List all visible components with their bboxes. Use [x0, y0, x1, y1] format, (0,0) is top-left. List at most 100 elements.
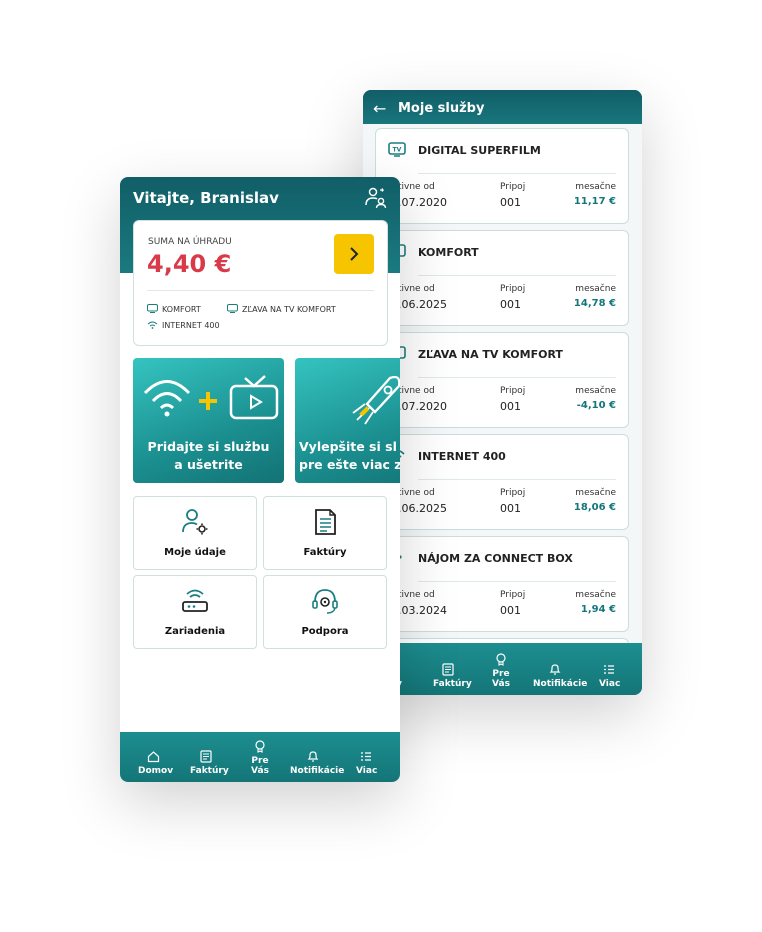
promo-card-add-service[interactable]: Pridajte si službu a ušetrite	[133, 358, 284, 483]
tile-devices[interactable]: Zariadenia	[133, 575, 257, 649]
nav-label: Pre Vás	[492, 669, 510, 689]
wifi-plus-tv-illustration	[143, 375, 279, 420]
nav-for-you[interactable]: Pre Vás	[485, 653, 517, 689]
connection-label: Pripoj	[500, 488, 526, 498]
headset-gear-icon	[312, 589, 338, 614]
pay-button[interactable]	[334, 234, 374, 274]
amount-due-card[interactable]: SUMA NA ÚHRADU 4,40 € KOMFORT ZĽAVA NA T…	[133, 220, 388, 346]
connection-label: Pripoj	[500, 590, 526, 600]
service-chip: ZĽAVA NA TV KOMFORT	[227, 304, 336, 314]
document-icon	[315, 509, 336, 535]
svg-text:TV: TV	[393, 147, 402, 154]
bottom-nav: ov Faktúry Pre Vás Notifikácie Viac	[363, 643, 642, 695]
active-from-value: .03.2024	[398, 604, 447, 617]
tv-icon	[227, 304, 238, 313]
user-settings-icon	[182, 509, 208, 535]
service-card[interactable]: ZĽAVA NA TV KOMFORT tivne od .07.2020 Pr…	[375, 332, 629, 428]
tile-support[interactable]: Podpora	[263, 575, 387, 649]
tile-label: Podpora	[301, 626, 349, 637]
connection-value: 001	[500, 196, 521, 209]
service-name: INTERNET 400	[418, 450, 506, 463]
promo-line: Pridajte si službu	[147, 439, 270, 454]
service-name: NÁJOM ZA CONNECT BOX	[418, 552, 573, 565]
monthly-price: 1,94 €	[580, 604, 616, 615]
nav-invoices[interactable]: Faktúry	[190, 750, 229, 776]
nav-label: Viac	[599, 679, 621, 689]
monthly-price: 11,17 €	[573, 196, 616, 207]
tile-label: Zariadenia	[164, 626, 226, 637]
active-from-label: tivne od	[398, 590, 435, 600]
chip-label: KOMFORT	[162, 305, 201, 314]
divider	[418, 173, 616, 174]
divider	[418, 479, 616, 480]
active-from-label: tivne od	[398, 182, 435, 192]
tile-invoices[interactable]: Faktúry	[263, 496, 387, 570]
nav-notifications[interactable]: Notifikácie	[533, 663, 587, 689]
promo-card-upgrade[interactable]: Vylepšite si sl pre ešte viac z	[295, 358, 400, 483]
rocket-illustration	[352, 375, 400, 425]
chip-label: ZĽAVA NA TV KOMFORT	[242, 305, 336, 314]
service-card[interactable]: KOMFORT tivne od .06.2025 Pripoj 001 mes…	[375, 230, 629, 326]
monthly-label: mesačne	[575, 284, 616, 294]
nav-label: Notifikácie	[533, 679, 588, 689]
bell-icon	[549, 664, 561, 675]
promo-text: Pridajte si službu a ušetrite	[133, 438, 284, 474]
active-from-label: tivne od	[398, 284, 435, 294]
list-icon	[604, 665, 614, 674]
invoice-icon	[442, 663, 454, 676]
nav-more[interactable]: Viac	[599, 663, 621, 689]
service-card[interactable]: NÁJOM ZA CONNECT BOX tivne od .03.2024 P…	[375, 536, 629, 632]
router-icon	[182, 589, 208, 612]
bottom-nav: Domov Faktúry Pre Vás Notifikácie Viac	[120, 732, 400, 782]
nav-notifications[interactable]: Notifikácie	[290, 750, 344, 776]
amount-due-value: 4,40 €	[147, 250, 232, 278]
list-icon	[361, 752, 371, 761]
tile-my-details[interactable]: Moje údaje	[133, 496, 257, 570]
invoice-icon	[200, 750, 212, 763]
home-icon	[147, 751, 159, 763]
switch-user-icon[interactable]	[364, 186, 388, 210]
active-from-value: .06.2025	[398, 298, 447, 311]
active-from-value: .06.2025	[398, 502, 447, 515]
amount-due-label: SUMA NA ÚHRADU	[148, 237, 232, 247]
nav-label: Notifikácie	[290, 766, 345, 776]
service-card[interactable]: TV DIGITAL SUPERFILM tivne od .07.2020 P…	[375, 128, 629, 224]
connection-value: 001	[500, 604, 521, 617]
service-chip: KOMFORT	[147, 304, 201, 314]
divider	[418, 581, 616, 582]
back-arrow-icon[interactable]: ←	[373, 100, 386, 118]
connection-value: 001	[500, 298, 521, 311]
tv-icon	[147, 304, 158, 313]
nav-for-you[interactable]: Pre Vás	[243, 740, 277, 776]
badge-icon	[496, 653, 506, 666]
nav-invoices[interactable]: Faktúry	[433, 663, 472, 689]
monthly-price: -4,10 €	[576, 400, 616, 411]
promo-line: a ušetrite	[174, 457, 243, 472]
monthly-label: mesačne	[575, 182, 616, 192]
services-list[interactable]: TV DIGITAL SUPERFILM tivne od .07.2020 P…	[363, 124, 642, 644]
tile-label: Moje údaje	[164, 547, 226, 558]
bell-icon	[307, 751, 319, 762]
nav-label: Faktúry	[190, 766, 229, 776]
connection-label: Pripoj	[500, 386, 526, 396]
connection-label: Pripoj	[500, 182, 526, 192]
monthly-label: mesačne	[575, 386, 616, 396]
tv-icon: TV	[388, 142, 406, 157]
chevron-right-icon	[350, 247, 359, 261]
active-from-value: .07.2020	[398, 400, 447, 413]
active-from-label: tivne od	[398, 386, 435, 396]
connection-value: 001	[500, 502, 521, 515]
monthly-label: mesačne	[575, 488, 616, 498]
home-screen: Vitajte, Branislav SUMA NA ÚHRADU 4,40 €…	[120, 177, 400, 782]
service-card[interactable]: INTERNET 400 tivne od .06.2025 Pripoj 00…	[375, 434, 629, 530]
nav-label: Pre Vás	[251, 756, 269, 776]
active-from-label: tivne od	[398, 488, 435, 498]
promo-text: Vylepšite si sl pre ešte viac z	[295, 438, 400, 474]
tile-label: Faktúry	[303, 547, 347, 558]
chip-label: INTERNET 400	[162, 321, 220, 330]
monthly-label: mesačne	[575, 590, 616, 600]
service-chip: INTERNET 400	[147, 320, 220, 330]
nav-home[interactable]: Domov	[138, 750, 173, 776]
wifi-icon	[147, 321, 158, 329]
nav-more[interactable]: Viac	[356, 750, 377, 776]
